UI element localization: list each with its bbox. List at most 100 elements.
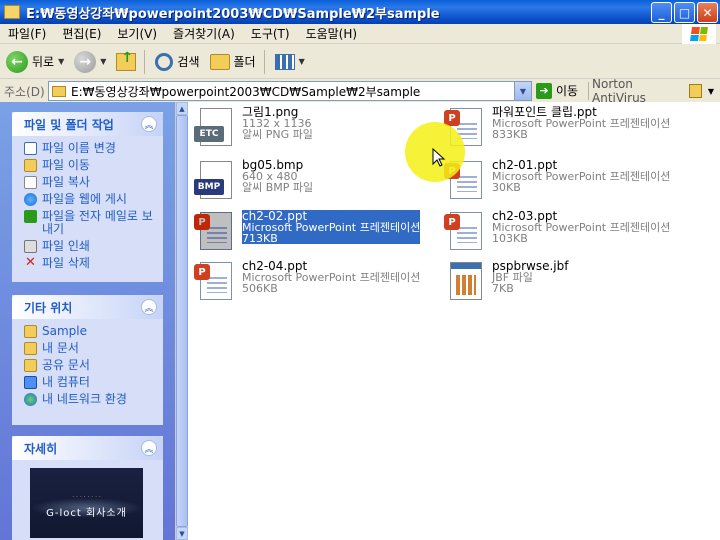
file-item-ch2-02[interactable]: P ch2-02.ppt Microsoft PowerPoint 프레젠테이션 7… <box>194 210 434 258</box>
back-arrow-icon: ← <box>6 50 28 73</box>
back-button[interactable]: ← 뒤로 ▼ <box>2 48 68 76</box>
delete-x-icon: ✕ <box>25 255 36 270</box>
other-places-header[interactable]: 기타 위치 ︽ <box>12 295 163 319</box>
task-email[interactable]: 파일을 전자 메일로 보내기 <box>24 210 155 236</box>
windows-logo-icon <box>682 24 716 44</box>
chevron-down-icon: ▼ <box>298 57 305 66</box>
details-box: 자세히 ︽ · · · · · · · · G-loct 회사소개 <box>12 436 163 540</box>
thumbnail-title: G-loct 회사소개 <box>46 508 127 519</box>
folders-label: 폴더 <box>233 55 256 69</box>
place-shared-documents[interactable]: 공유 문서 <box>24 359 155 372</box>
menu-file[interactable]: 파일(F) <box>0 25 54 42</box>
task-pane-scrollbar[interactable]: ▲ ▼ <box>175 102 188 540</box>
title-bar[interactable]: E:₩동영상강좌₩powerpoint2003₩CD₩Sample₩2부samp… <box>0 0 720 24</box>
file-preview-thumbnail: · · · · · · · · G-loct 회사소개 <box>30 468 143 538</box>
file-item-ch2-03[interactable]: P ch2-03.ppt Microsoft PowerPoint 프레젠테이션 1… <box>444 210 684 258</box>
file-item-clip-ppt[interactable]: P 파워포인트 클립.ppt Microsoft PowerPoint 프레젠테이… <box>444 106 684 154</box>
address-value: E:₩동영상강좌₩powerpoint2003₩CD₩Sample₩2부samp… <box>71 84 421 99</box>
forward-button[interactable]: → ▼ <box>70 48 110 76</box>
place-sample[interactable]: Sample <box>24 325 155 338</box>
views-icon <box>274 53 295 70</box>
menu-edit[interactable]: 편집(E) <box>54 25 109 42</box>
collapse-chevron-icon[interactable]: ︽ <box>141 440 157 456</box>
norton-antivirus-button[interactable]: Norton AntiVirus ▼ <box>592 77 714 105</box>
toolbar-divider <box>263 49 265 74</box>
collapse-chevron-icon[interactable]: ︽ <box>141 299 157 315</box>
image-file-icon: ETC <box>194 106 236 148</box>
toolbar-divider <box>144 49 146 74</box>
email-icon <box>24 210 37 223</box>
place-my-computer[interactable]: 내 컴퓨터 <box>24 376 155 389</box>
file-folder-tasks-title: 파일 및 폴더 작업 <box>24 117 114 132</box>
details-title: 자세히 <box>24 441 58 456</box>
chevron-down-icon: ▼ <box>58 57 65 66</box>
task-delete[interactable]: ✕ 파일 삭제 <box>24 255 155 270</box>
file-item-ch2-04[interactable]: P ch2-04.ppt Microsoft PowerPoint 프레젠테이션 5… <box>194 260 434 308</box>
minimize-button[interactable]: _ <box>651 2 672 23</box>
scroll-thumb[interactable] <box>176 115 188 527</box>
up-folder-icon <box>116 50 137 71</box>
move-icon <box>24 159 37 172</box>
address-divider <box>588 82 589 100</box>
forward-arrow-icon: → <box>74 50 97 73</box>
file-folder-tasks-header[interactable]: 파일 및 폴더 작업 ︽ <box>12 112 163 136</box>
search-label: 검색 <box>177 55 200 69</box>
norton-icon <box>688 84 702 98</box>
task-move[interactable]: 파일 이동 <box>24 159 155 172</box>
window-title: E:₩동영상강좌₩powerpoint2003₩CD₩Sample₩2부samp… <box>26 6 440 22</box>
computer-icon <box>24 376 37 389</box>
address-bar: 주소(D) E:₩동영상강좌₩powerpoint2003₩CD₩Sample₩… <box>0 77 720 105</box>
place-network[interactable]: 내 네트워크 환경 <box>24 393 155 406</box>
file-item-png[interactable]: ETC 그림1.png 1132 x 1136 알씨 PNG 파일 <box>194 106 434 154</box>
file-item-bmp[interactable]: BMP bg05.bmp 640 x 480 알씨 BMP 파일 <box>194 159 434 207</box>
thumbnail-decoration: · · · · · · · · <box>72 494 101 501</box>
search-button[interactable]: 검색 <box>151 48 203 76</box>
folder-icon <box>209 53 230 70</box>
details-header[interactable]: 자세히 ︽ <box>12 436 163 460</box>
other-places-box: 기타 위치 ︽ Sample 내 문서 공유 문서 내 컴퓨터 내 네트워크 환… <box>12 295 163 425</box>
folder-icon <box>24 325 37 338</box>
address-input[interactable]: E:₩동영상강좌₩powerpoint2003₩CD₩Sample₩2부samp… <box>48 81 532 101</box>
file-item-ch2-01[interactable]: P ch2-01.pptMicrosoft PowerPoint 프레젠테이션3… <box>444 159 684 207</box>
toolbar: ← 뒤로 ▼ → ▼ 검색 폴더 ▼ <box>0 45 720 79</box>
network-icon <box>24 393 37 406</box>
task-pane: 파일 및 폴더 작업 ︽ 파일 이름 변경 파일 이동 파일 복사 파일을 웹에… <box>0 102 175 540</box>
mouse-pointer-icon <box>432 148 446 167</box>
up-folder-button[interactable] <box>112 48 140 76</box>
go-arrow-icon: ➔ <box>536 82 552 99</box>
scroll-up-button[interactable]: ▲ <box>176 102 188 115</box>
collapse-chevron-icon[interactable]: ︽ <box>141 116 157 132</box>
back-label: 뒤로 <box>32 55 55 69</box>
search-icon <box>155 52 174 71</box>
powerpoint-file-icon: P <box>194 260 236 302</box>
copy-icon <box>24 176 37 189</box>
powerpoint-file-icon: P <box>194 210 236 252</box>
chevron-down-icon: ▼ <box>100 57 107 66</box>
maximize-button[interactable]: □ <box>674 2 695 23</box>
file-item-jbf[interactable]: pspbrwse.jbf JBF 파일 7KB <box>444 260 684 308</box>
menu-tools[interactable]: 도구(T) <box>243 25 298 42</box>
task-rename[interactable]: 파일 이름 변경 <box>24 142 155 155</box>
task-publish-web[interactable]: 파일을 웹에 게시 <box>24 193 155 206</box>
bmp-file-icon: BMP <box>194 159 236 201</box>
close-button[interactable]: ✕ <box>697 2 718 23</box>
views-button[interactable]: ▼ <box>271 48 309 76</box>
other-places-title: 기타 위치 <box>24 300 73 315</box>
go-button[interactable]: ➔ 이동 <box>536 82 578 99</box>
place-my-documents[interactable]: 내 문서 <box>24 342 155 355</box>
address-dropdown-button[interactable]: ▼ <box>514 82 531 100</box>
folder-icon <box>24 342 37 355</box>
folders-button[interactable]: 폴더 <box>206 48 260 76</box>
menu-favorites[interactable]: 즐겨찾기(A) <box>165 25 243 42</box>
folder-icon <box>52 85 66 97</box>
chevron-down-icon: ▼ <box>707 86 714 96</box>
jbf-file-icon <box>444 260 486 302</box>
menu-bar: 파일(F) 편집(E) 보기(V) 즐겨찾기(A) 도구(T) 도움말(H) <box>0 24 720 44</box>
menu-help[interactable]: 도움말(H) <box>298 25 366 42</box>
menu-view[interactable]: 보기(V) <box>109 25 165 42</box>
norton-label: Norton AntiVirus <box>592 77 646 105</box>
task-print[interactable]: 파일 인쇄 <box>24 240 155 253</box>
scroll-down-button[interactable]: ▼ <box>176 527 188 540</box>
rename-icon <box>24 142 37 155</box>
task-copy[interactable]: 파일 복사 <box>24 176 155 189</box>
